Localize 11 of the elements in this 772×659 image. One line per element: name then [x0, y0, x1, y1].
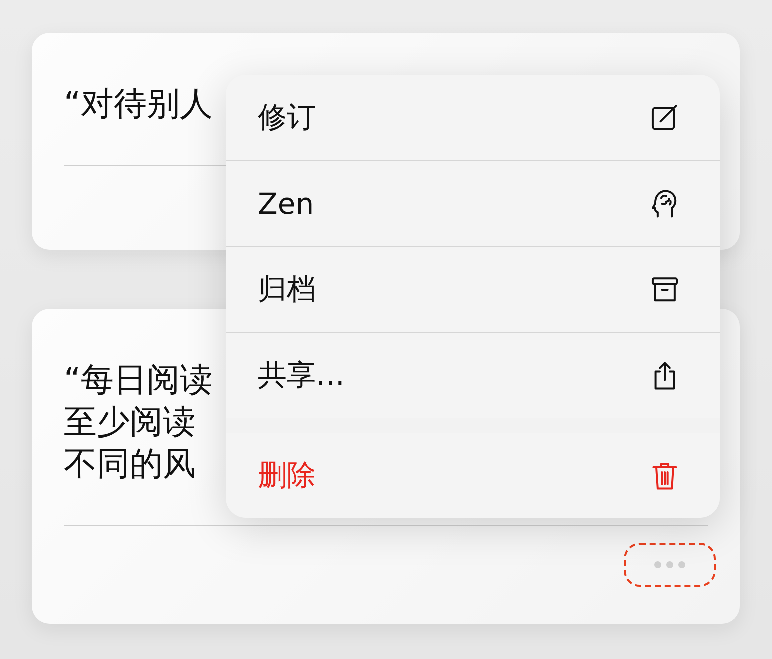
quote-text: “对待别人 — [64, 83, 214, 125]
more-button[interactable] — [624, 543, 716, 587]
menu-item[interactable]: Zen — [226, 160, 720, 246]
menu-item[interactable]: 修订 — [226, 75, 720, 160]
quote-text: 至少阅读 — [64, 401, 196, 443]
ellipsis-icon — [653, 561, 687, 569]
quote-text: 不同的风 — [64, 443, 196, 485]
menu-item[interactable]: 删除 — [226, 433, 720, 518]
quote-text: “每日阅读 — [64, 359, 214, 401]
menu-item[interactable]: 共享… — [226, 332, 720, 418]
menu-item[interactable]: 归档 — [226, 246, 720, 332]
